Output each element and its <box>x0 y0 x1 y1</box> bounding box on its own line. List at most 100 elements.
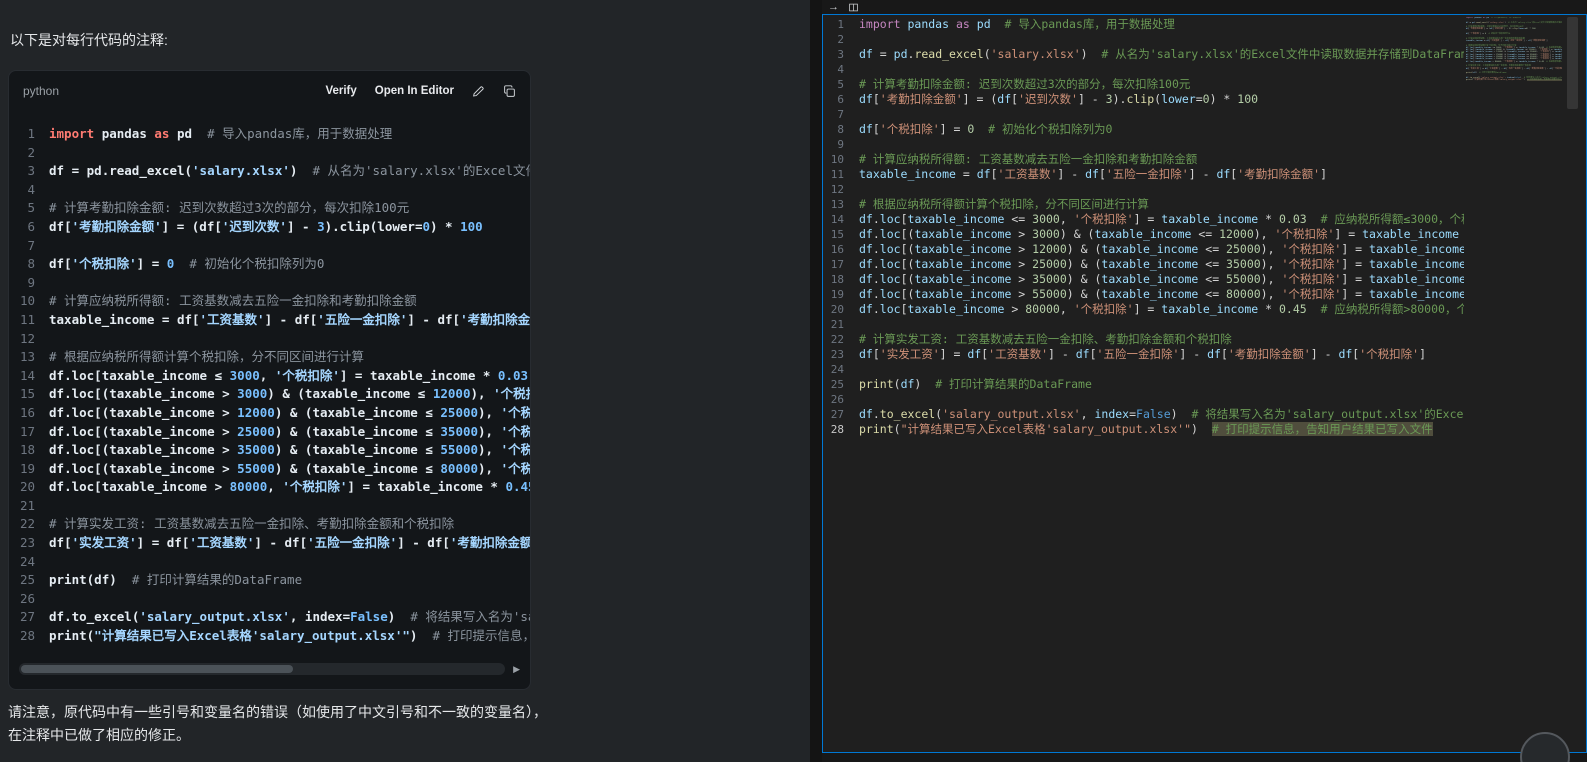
copy-icon[interactable] <box>503 85 516 98</box>
line-number: 21 <box>9 497 49 516</box>
code-line: 8df['个税扣除'] = 0 # 初始化个税扣除列为0 <box>9 255 530 274</box>
line-number: 11 <box>823 167 859 182</box>
code-line[interactable]: 18df.loc[(taxable_income > 35000) & (tax… <box>823 272 1464 287</box>
code-line[interactable]: 3df = pd.read_excel('salary.xlsx') # 从名为… <box>823 47 1464 62</box>
line-number: 28 <box>9 627 49 646</box>
code-line[interactable]: 25print(df) # 打印计算结果的DataFrame <box>823 377 1464 392</box>
open-in-editor-button[interactable]: Open In Editor <box>375 85 454 97</box>
code-line: 14df.loc[taxable_income ≤ 3000, '个税扣除'] … <box>9 367 530 386</box>
line-number: 1 <box>823 17 859 32</box>
editor-vertical-scrollbar[interactable] <box>1566 15 1580 752</box>
line-number: 19 <box>9 460 49 479</box>
line-number: 26 <box>823 392 859 407</box>
code-line[interactable]: 1import pandas as pd # 导入pandas库，用于数据处理 <box>823 17 1464 32</box>
code-line[interactable]: 12 <box>823 182 1464 197</box>
line-number: 20 <box>9 478 49 497</box>
line-number: 19 <box>823 287 859 302</box>
panel-divider[interactable] <box>810 0 822 762</box>
code-line[interactable]: 27df.to_excel('salary_output.xlsx', inde… <box>823 407 1464 422</box>
line-number: 5 <box>9 199 49 218</box>
line-number: 13 <box>823 197 859 212</box>
code-line[interactable]: 23df['实发工资'] = df['工资基数'] - df['五险一金扣除']… <box>823 347 1464 362</box>
code-line: 12 <box>9 330 530 349</box>
line-number: 14 <box>9 367 49 386</box>
code-line: 19df.loc[(taxable_income > 55000) & (tax… <box>9 460 530 479</box>
code-line[interactable]: 24 <box>823 362 1464 377</box>
line-number: 26 <box>9 590 49 609</box>
code-line[interactable]: 6df['考勤扣除金额'] = (df['迟到次数'] - 3).clip(lo… <box>823 92 1464 107</box>
code-line: 28print("计算结果已写入Excel表格'salary_output.xl… <box>9 627 530 646</box>
code-line[interactable]: 22# 计算实发工资: 工资基数减去五险一金扣除、考勤扣除金额和个税扣除 <box>823 332 1464 347</box>
verify-button[interactable]: Verify <box>325 85 356 97</box>
code-line: 1import pandas as pd # 导入pandas库，用于数据处理 <box>9 125 530 144</box>
code-line[interactable]: 11taxable_income = df['工资基数'] - df['五险一金… <box>823 167 1464 182</box>
line-number: 27 <box>823 407 859 422</box>
intro-text: 以下是对每行代码的注释: <box>10 30 168 50</box>
code-line[interactable]: 9 <box>823 137 1464 152</box>
code-block-actions: Verify Open In Editor <box>325 85 516 98</box>
code-line[interactable]: 16df.loc[(taxable_income > 12000) & (tax… <box>823 242 1464 257</box>
edit-icon[interactable] <box>472 85 485 98</box>
code-line: 18df.loc[(taxable_income > 35000) & (tax… <box>9 441 530 460</box>
line-number: 20 <box>823 302 859 317</box>
code-line[interactable]: 19df.loc[(taxable_income > 55000) & (tax… <box>823 287 1464 302</box>
editor-code-area[interactable]: 1import pandas as pd # 导入pandas库，用于数据处理2… <box>823 17 1464 752</box>
code-line[interactable]: 17df.loc[(taxable_income > 25000) & (tax… <box>823 257 1464 272</box>
line-number: 8 <box>9 255 49 274</box>
scrollbar-track[interactable] <box>19 663 505 675</box>
line-number: 22 <box>9 515 49 534</box>
line-number: 7 <box>823 107 859 122</box>
code-line[interactable]: 26 <box>823 392 1464 407</box>
editor-topbar: → <box>822 0 1587 14</box>
line-number: 10 <box>823 152 859 167</box>
code-line: 16df.loc[(taxable_income > 12000) & (tax… <box>9 404 530 423</box>
line-number: 18 <box>9 441 49 460</box>
line-number: 11 <box>9 311 49 330</box>
scrollbar-thumb[interactable] <box>21 665 293 673</box>
line-number: 9 <box>823 137 859 152</box>
code-line: 26 <box>9 590 530 609</box>
code-line[interactable]: 4 <box>823 62 1464 77</box>
line-number: 13 <box>9 348 49 367</box>
code-line[interactable]: 7 <box>823 107 1464 122</box>
line-number: 6 <box>823 92 859 107</box>
line-number: 21 <box>823 317 859 332</box>
line-number: 25 <box>823 377 859 392</box>
code-line[interactable]: 14df.loc[taxable_income <= 3000, '个税扣除']… <box>823 212 1464 227</box>
code-line[interactable]: 28print("计算结果已写入Excel表格'salary_output.xl… <box>823 422 1464 437</box>
code-line: 6df['考勤扣除金额'] = (df['迟到次数'] - 3).clip(lo… <box>9 218 530 237</box>
code-line[interactable]: 5# 计算考勤扣除金额: 迟到次数超过3次的部分，每次扣除100元 <box>823 77 1464 92</box>
editor-scrollbar-thumb[interactable] <box>1567 17 1578 109</box>
note-text: 请注意，原代码中有一些引号和变量名的错误（如使用了中文引号和不一致的变量名），在… <box>8 701 550 747</box>
line-number: 10 <box>9 292 49 311</box>
code-line[interactable]: 15df.loc[(taxable_income > 3000) & (taxa… <box>823 227 1464 242</box>
editor-panel: → 1import pandas as pd # 导入pandas库，用于数据处… <box>822 0 1587 762</box>
line-number: 22 <box>823 332 859 347</box>
code-line[interactable]: 10# 计算应纳税所得额: 工资基数减去五险一金扣除和考勤扣除金额 <box>823 152 1464 167</box>
minimap[interactable]: import pandas as pd # 导入pandas库，用于数据处理df… <box>1466 17 1562 257</box>
code-line[interactable]: 2 <box>823 32 1464 47</box>
line-number: 27 <box>9 608 49 627</box>
chat-code-area[interactable]: 1import pandas as pd # 导入pandas库，用于数据处理 2… <box>9 111 530 655</box>
code-line: df.loc[taxable_income > 80000, '个税扣除'] =… <box>1466 61 1562 63</box>
line-number: 15 <box>9 385 49 404</box>
code-line: print("计算结果已写入Excel表格'salary_output.xlsx… <box>1466 79 1562 81</box>
code-line[interactable]: 13# 根据应纳税所得额计算个税扣除，分不同区间进行计算 <box>823 197 1464 212</box>
code-line: 24 <box>9 553 530 572</box>
code-line: 5# 计算考勤扣除金额: 迟到次数超过3次的部分，每次扣除100元 <box>9 199 530 218</box>
split-editor-icon[interactable] <box>849 3 858 12</box>
code-block-header: python Verify Open In Editor <box>9 71 530 111</box>
horizontal-scrollbar[interactable]: ▶ <box>19 661 520 677</box>
app-root: 以下是对每行代码的注释: python Verify Open In Edito… <box>0 0 1587 762</box>
line-number: 1 <box>9 125 49 144</box>
code-line: 15df.loc[(taxable_income > 3000) & (taxa… <box>9 385 530 404</box>
code-line[interactable]: 20df.loc[taxable_income > 80000, '个税扣除']… <box>823 302 1464 317</box>
code-line: 4 <box>9 181 530 200</box>
nav-forward-icon[interactable]: → <box>828 2 839 13</box>
code-line[interactable]: 8df['个税扣除'] = 0 # 初始化个税扣除列为0 <box>823 122 1464 137</box>
code-line[interactable]: 21 <box>823 317 1464 332</box>
line-number: 23 <box>823 347 859 362</box>
line-number: 16 <box>9 404 49 423</box>
editor-frame: 1import pandas as pd # 导入pandas库，用于数据处理2… <box>822 14 1587 753</box>
scroll-right-arrow-icon[interactable]: ▶ <box>513 665 520 674</box>
